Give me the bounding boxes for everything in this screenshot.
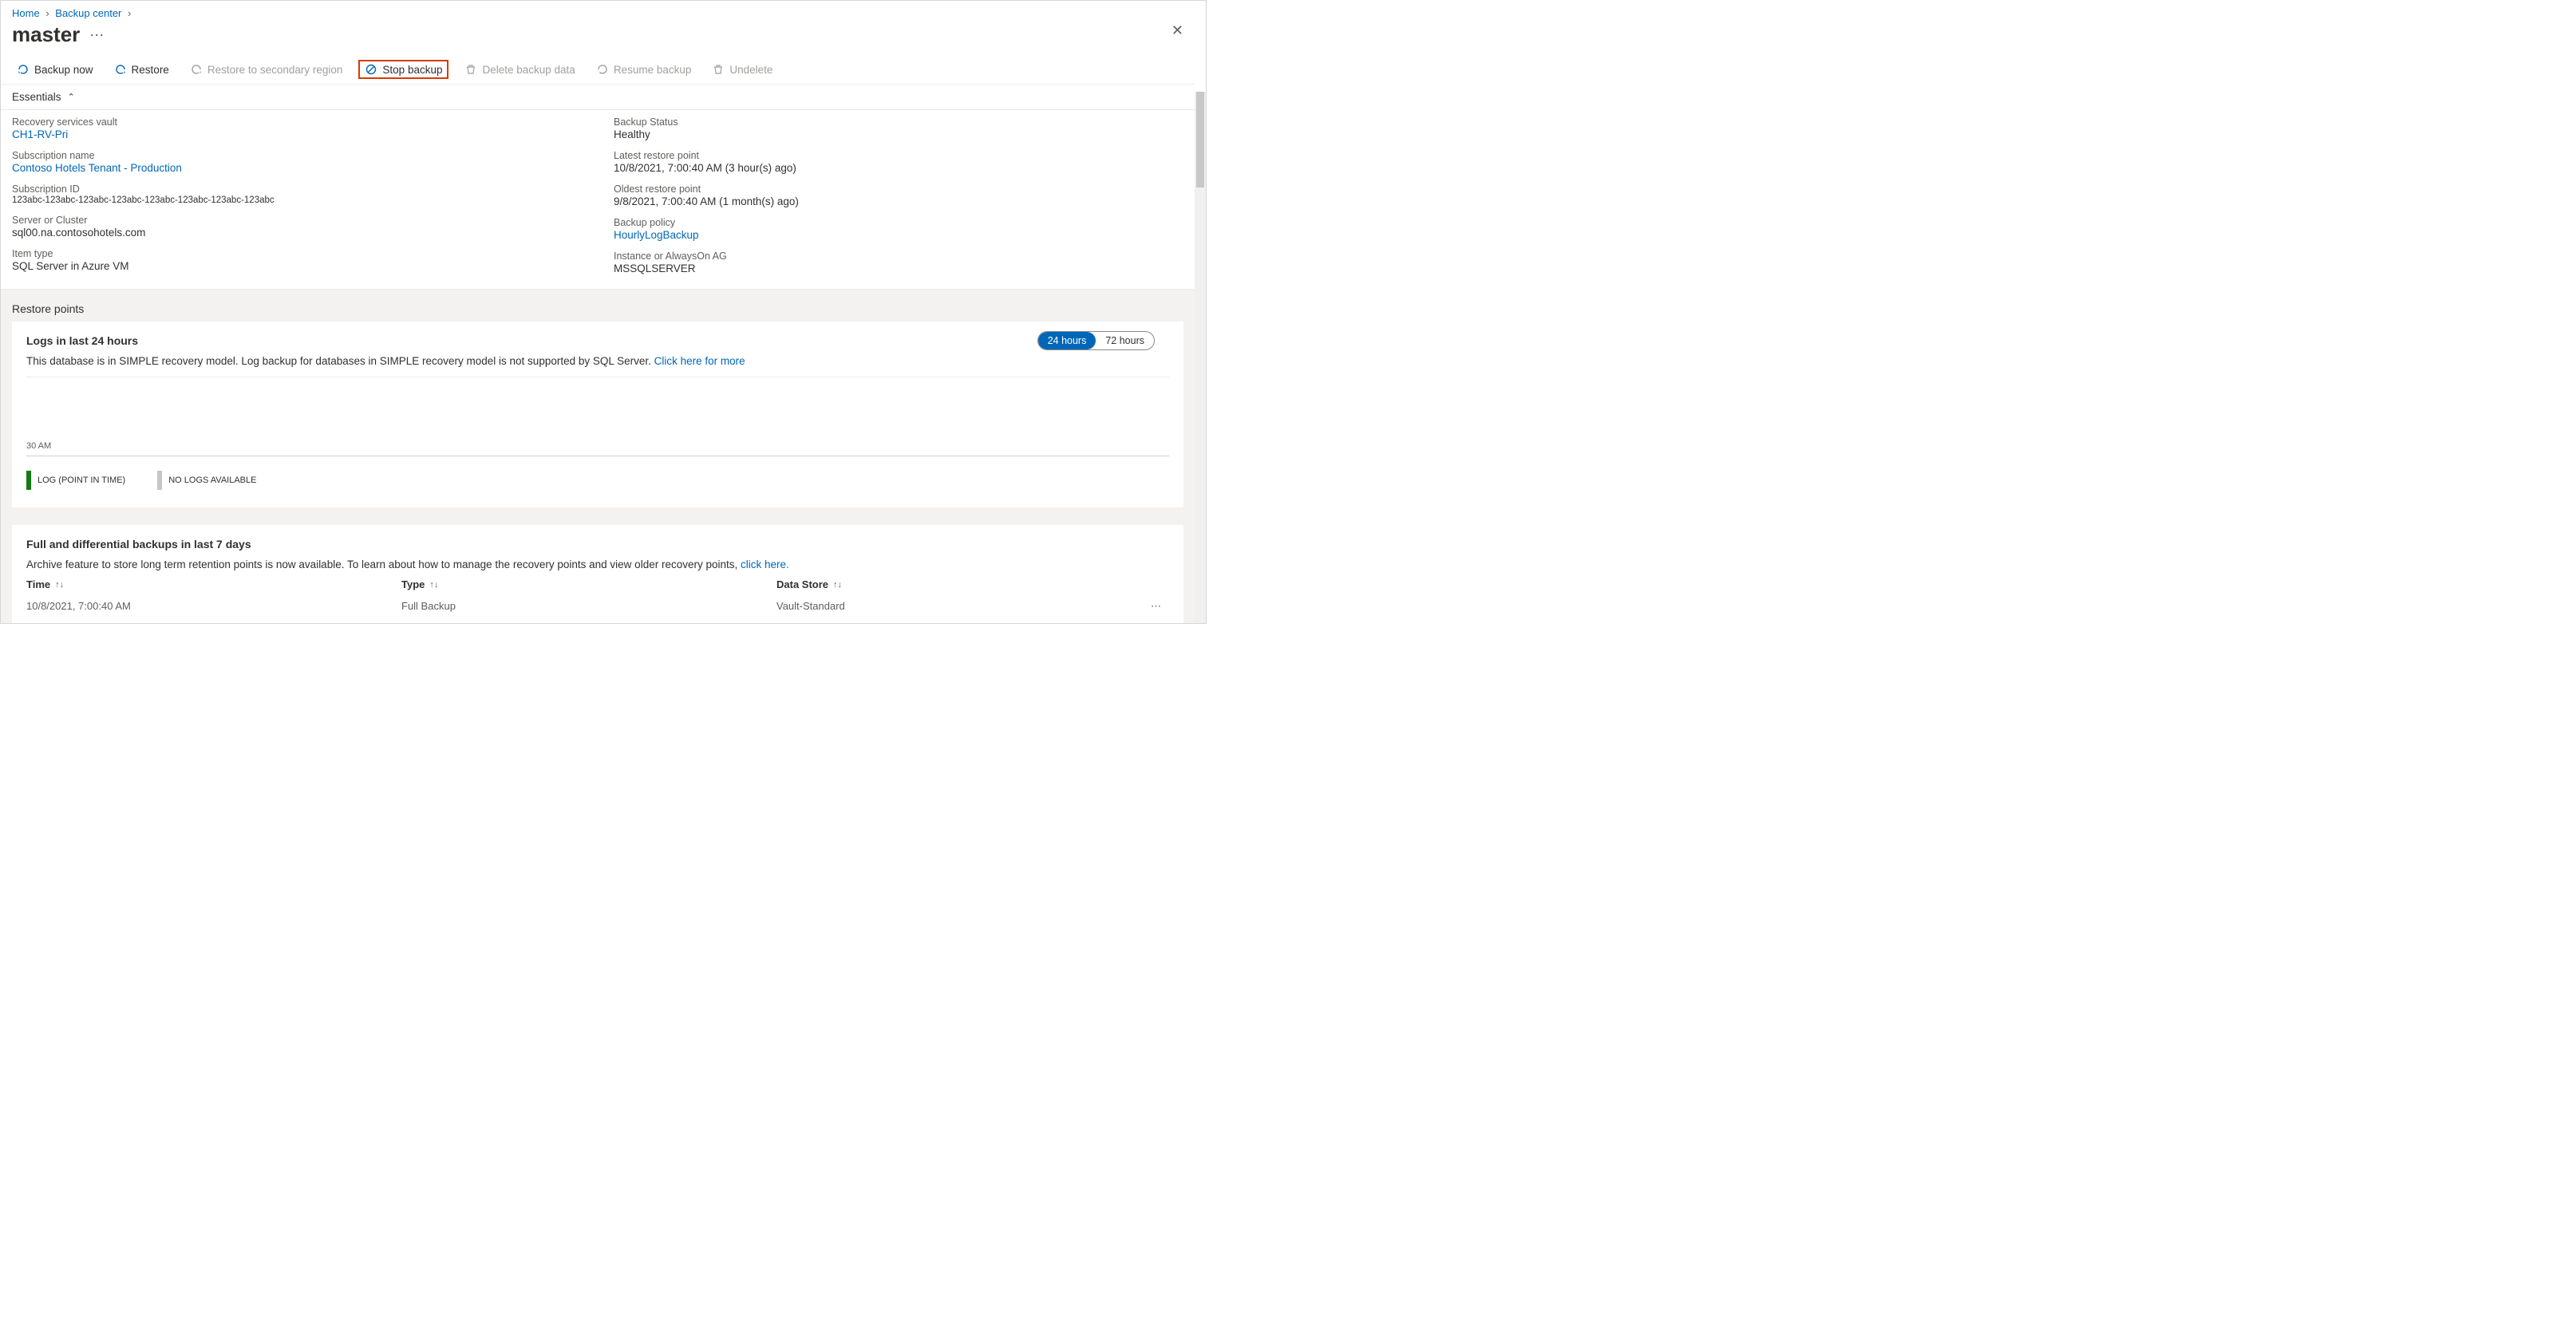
recovery-vault-link[interactable]: CH1-RV-Pri xyxy=(12,128,582,140)
col-type[interactable]: Type↑↓ xyxy=(401,578,776,590)
backups-title: Full and differential backups in last 7 … xyxy=(26,538,1169,551)
ess-label: Subscription ID xyxy=(12,184,582,195)
backup-now-button[interactable]: Backup now xyxy=(12,60,98,79)
delete-backup-data-label: Delete backup data xyxy=(482,64,575,76)
chevron-right-icon: › xyxy=(128,7,131,19)
scrollbar[interactable] xyxy=(1195,92,1206,623)
restore-points-header: Restore points xyxy=(12,298,1183,322)
essentials-panel: Recovery services vaultCH1-RV-Pri Subscr… xyxy=(1,110,1195,290)
ess-label: Recovery services vault xyxy=(12,116,582,128)
table-row[interactable]: 10/8/2021, 7:00:40 AM Full Backup Vault-… xyxy=(26,595,1169,618)
sort-icon: ↑↓ xyxy=(429,580,438,590)
backups-more-link[interactable]: click here. xyxy=(741,558,789,570)
ess-label: Server or Cluster xyxy=(12,215,582,226)
logs-card: 24 hours 72 hours Logs in last 24 hours … xyxy=(12,322,1183,507)
instance-value: MSSQLSERVER xyxy=(614,262,1183,274)
ess-label: Backup policy xyxy=(614,217,1183,228)
breadcrumb-backup-center[interactable]: Backup center xyxy=(55,7,121,19)
time-range-toggle[interactable]: 24 hours 72 hours xyxy=(1037,331,1155,350)
essentials-toggle[interactable]: Essentials ⌃ xyxy=(1,85,1195,110)
close-icon[interactable]: ✕ xyxy=(1171,22,1183,39)
backups-desc: Archive feature to store long term reten… xyxy=(26,558,1169,570)
legend-swatch-grey xyxy=(157,471,162,490)
chevron-right-icon: › xyxy=(45,7,49,19)
ess-label: Instance or AlwaysOn AG xyxy=(614,251,1183,262)
ess-label: Latest restore point xyxy=(614,150,1183,161)
toolbar: Backup now Restore Restore to secondary … xyxy=(1,55,1195,85)
scrollbar-thumb[interactable] xyxy=(1196,92,1204,187)
backup-status-value: Healthy xyxy=(614,128,1183,140)
backups-card: Full and differential backups in last 7 … xyxy=(12,525,1183,623)
breadcrumb-home[interactable]: Home xyxy=(12,7,40,19)
toggle-24h[interactable]: 24 hours xyxy=(1038,332,1096,349)
restore-label: Restore xyxy=(132,64,169,76)
backup-policy-link[interactable]: HourlyLogBackup xyxy=(614,229,1183,241)
stop-backup-button[interactable]: Stop backup xyxy=(358,60,448,79)
col-time[interactable]: Time↑↓ xyxy=(26,578,401,590)
cell-time: 10/8/2021, 7:00:40 AM xyxy=(26,600,401,613)
breadcrumb: Home › Backup center › xyxy=(1,1,1195,19)
ess-label: Backup Status xyxy=(614,116,1183,128)
backup-now-icon xyxy=(17,63,30,76)
undelete-icon xyxy=(712,63,725,76)
resume-backup-button: Resume backup xyxy=(591,60,697,79)
cell-type: Full Backup xyxy=(401,600,776,613)
legend: LOG (POINT IN TIME) NO LOGS AVAILABLE xyxy=(26,471,1169,490)
trash-icon xyxy=(464,63,477,76)
subscription-id-value: 123abc-123abc-123abc-123abc-123abc-123ab… xyxy=(12,195,582,205)
restore-secondary-label: Restore to secondary region xyxy=(207,64,343,76)
legend-swatch-green xyxy=(26,471,31,490)
resume-backup-label: Resume backup xyxy=(614,64,692,76)
table-header: Time↑↓ Type↑↓ Data Store↑↓ xyxy=(26,570,1169,595)
subscription-name-link[interactable]: Contoso Hotels Tenant - Production xyxy=(12,162,582,174)
more-actions-icon[interactable]: ⋯ xyxy=(89,28,104,42)
delete-backup-data-button: Delete backup data xyxy=(460,60,579,79)
timeline-tick: 30 AM xyxy=(26,441,1169,451)
restore-secondary-icon xyxy=(190,63,203,76)
ess-label: Subscription name xyxy=(12,150,582,161)
restore-button[interactable]: Restore xyxy=(109,60,174,79)
legend-none-label: NO LOGS AVAILABLE xyxy=(168,476,256,485)
ess-label: Oldest restore point xyxy=(614,184,1183,195)
logs-title: Logs in last 24 hours xyxy=(26,334,1169,347)
toggle-72h[interactable]: 72 hours xyxy=(1096,332,1154,349)
undelete-button: Undelete xyxy=(707,60,777,79)
stop-backup-label: Stop backup xyxy=(382,64,442,76)
chevron-up-icon: ⌃ xyxy=(68,92,75,102)
restore-icon xyxy=(114,63,127,76)
logs-more-link[interactable]: Click here for more xyxy=(654,355,745,367)
essentials-label: Essentials xyxy=(12,91,61,103)
backup-now-label: Backup now xyxy=(34,64,93,76)
undelete-label: Undelete xyxy=(729,64,772,76)
col-datastore[interactable]: Data Store↑↓ xyxy=(776,578,1137,590)
stop-icon xyxy=(365,63,377,76)
page-title: master xyxy=(12,22,80,47)
item-type-value: SQL Server in Azure VM xyxy=(12,260,582,272)
logs-desc: This database is in SIMPLE recovery mode… xyxy=(26,355,1169,367)
cell-datastore: Vault-Standard xyxy=(776,600,1137,613)
sort-icon: ↑↓ xyxy=(833,580,842,590)
ess-label: Item type xyxy=(12,248,582,259)
sort-icon: ↑↓ xyxy=(55,580,64,590)
legend-point-label: LOG (POINT IN TIME) xyxy=(38,476,125,485)
row-more-icon[interactable]: ⋯ xyxy=(1137,600,1169,613)
latest-restore-value: 10/8/2021, 7:00:40 AM (3 hour(s) ago) xyxy=(614,162,1183,174)
refresh-icon xyxy=(596,63,609,76)
server-value: sql00.na.contosohotels.com xyxy=(12,227,582,239)
restore-secondary-button: Restore to secondary region xyxy=(185,60,348,79)
oldest-restore-value: 9/8/2021, 7:00:40 AM (1 month(s) ago) xyxy=(614,195,1183,207)
